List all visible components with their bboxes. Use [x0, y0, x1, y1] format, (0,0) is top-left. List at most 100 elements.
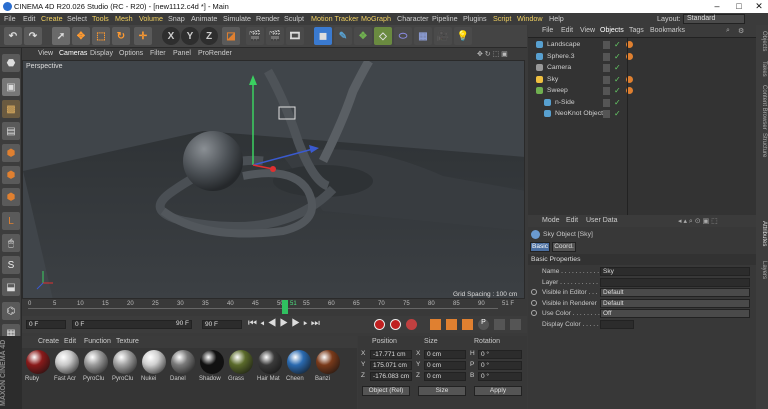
- coord-size-field[interactable]: 0 cm: [424, 372, 466, 381]
- cube-primitive-icon[interactable]: ◼: [314, 27, 332, 45]
- start-frame-field[interactable]: 0 F: [26, 320, 66, 329]
- enabled-check-icon[interactable]: ✓: [614, 109, 621, 118]
- attribute-value[interactable]: Off: [600, 309, 750, 318]
- visibility-toggle[interactable]: [603, 41, 610, 49]
- coord-rotation-field[interactable]: 0 °: [478, 372, 522, 381]
- visibility-toggle[interactable]: [603, 87, 610, 95]
- menu-character[interactable]: Character: [397, 14, 429, 23]
- obj-tab-file[interactable]: File: [542, 27, 553, 34]
- animate-param-icon[interactable]: [531, 310, 537, 316]
- y-axis-lock-button[interactable]: Y: [181, 27, 199, 45]
- attr-subtab-coord[interactable]: Coord.: [552, 242, 576, 252]
- attribute-value[interactable]: Sky: [600, 267, 750, 276]
- model-mode-icon[interactable]: ▣: [2, 78, 20, 96]
- playback-controls[interactable]: ⏮◂◀▶▶▸⏭: [248, 318, 323, 329]
- object-row[interactable]: Landscape ✓: [528, 40, 756, 51]
- coord-position-field[interactable]: 175.071 cm: [370, 361, 412, 370]
- menu-mesh[interactable]: Mesh: [115, 14, 133, 23]
- strip-tab-layers[interactable]: Layers: [757, 261, 767, 279]
- obj-search-icon[interactable]: ⌕: [726, 27, 730, 35]
- viewport-menu-cameras[interactable]: Cameras: [59, 50, 87, 57]
- material-swatch[interactable]: [258, 350, 282, 374]
- menu-edit[interactable]: Edit: [23, 14, 35, 23]
- render-view-icon[interactable]: 🎬: [246, 27, 264, 45]
- obj-tab-objects[interactable]: Objects: [600, 27, 624, 34]
- visibility-toggle[interactable]: [603, 98, 610, 107]
- coord-size-mode-select[interactable]: Size: [418, 386, 466, 396]
- menu-motion-tracker[interactable]: Motion Tracker: [311, 14, 359, 23]
- menu-simulate[interactable]: Simulate: [223, 14, 251, 23]
- 3d-viewport[interactable]: Perspective Grid Spacing : 100 cm: [22, 60, 525, 299]
- obj-filter-icon[interactable]: ⚙: [738, 27, 744, 35]
- playhead-marker[interactable]: [282, 300, 288, 314]
- obj-tab-view[interactable]: View: [580, 27, 595, 34]
- viewport-menu-options[interactable]: Options: [119, 50, 143, 57]
- coordinate-system-icon[interactable]: ◪: [222, 27, 240, 45]
- material-swatch[interactable]: [200, 350, 224, 374]
- recent-tool-icon[interactable]: ✛: [134, 27, 152, 45]
- object-row[interactable]: Sweep ✓: [528, 86, 756, 97]
- end-frame-field[interactable]: 90 F: [202, 320, 242, 329]
- menu-pipeline[interactable]: Pipeline: [432, 14, 458, 23]
- material-swatch[interactable]: [113, 350, 137, 374]
- strip-tab-content-browser[interactable]: Content Browser: [757, 85, 767, 130]
- animate-param-icon[interactable]: [531, 299, 537, 306]
- material-swatch[interactable]: [84, 350, 108, 374]
- menu-sculpt[interactable]: Sculpt: [284, 14, 304, 23]
- move-tool-icon[interactable]: ✥: [72, 27, 90, 45]
- object-row[interactable]: Camera ✓: [528, 63, 756, 74]
- light-icon[interactable]: 💡: [454, 27, 472, 45]
- menu-help[interactable]: Help: [549, 14, 564, 23]
- render-picture-viewer-icon[interactable]: 🎬: [266, 27, 284, 45]
- environment-icon[interactable]: ▦: [414, 27, 432, 45]
- mat-tab-create[interactable]: Create: [38, 338, 59, 345]
- close-button[interactable]: ✕: [748, 0, 768, 13]
- workplane-mode-icon[interactable]: ▤: [2, 122, 20, 140]
- material-swatch[interactable]: [229, 350, 253, 374]
- autokey-icon[interactable]: [390, 319, 401, 330]
- snapping-icon[interactable]: S: [2, 256, 20, 274]
- material-swatch[interactable]: [55, 350, 79, 374]
- menu-mograph[interactable]: MoGraph: [361, 14, 391, 23]
- obj-tab-edit[interactable]: Edit: [561, 27, 573, 34]
- object-row[interactable]: Sky ✓: [528, 75, 756, 86]
- layout-select[interactable]: Standard: [683, 14, 745, 24]
- z-axis-lock-button[interactable]: Z: [200, 27, 218, 45]
- key-position-icon[interactable]: [430, 319, 441, 330]
- menu-window[interactable]: Window: [517, 14, 543, 23]
- apply-button[interactable]: Apply: [474, 386, 522, 396]
- object-row[interactable]: n-Side ✓: [528, 98, 756, 109]
- coord-rotation-field[interactable]: 0 °: [478, 350, 522, 359]
- timeline-menu-icon[interactable]: [510, 319, 521, 330]
- attribute-value[interactable]: Default: [600, 288, 750, 297]
- material-swatch[interactable]: [26, 350, 50, 374]
- coord-mode-select[interactable]: Object (Rel): [362, 386, 410, 396]
- timeline-ruler[interactable]: 0 5 10 15 20 25 30 35 40 45 50 55 60 65 …: [22, 299, 527, 316]
- menu-plugins[interactable]: Plugins: [463, 14, 487, 23]
- enabled-check-icon[interactable]: ✓: [614, 63, 621, 72]
- attr-tab-mode[interactable]: Mode: [542, 217, 560, 224]
- menu-snap[interactable]: Snap: [168, 14, 185, 23]
- object-row[interactable]: Sphere.3 ✓: [528, 52, 756, 63]
- enabled-check-icon[interactable]: ✓: [614, 86, 621, 95]
- menu-create[interactable]: Create: [41, 14, 63, 23]
- polygons-mode-icon[interactable]: ⬢: [2, 188, 20, 206]
- keyframe-selection-icon[interactable]: [406, 319, 417, 330]
- minimize-button[interactable]: –: [706, 0, 728, 13]
- object-row[interactable]: NeoKnot Object ✓: [528, 109, 756, 120]
- coord-position-field[interactable]: -176.083 cm: [370, 372, 412, 381]
- menu-tools[interactable]: Tools: [92, 14, 109, 23]
- camera-icon[interactable]: 🎥: [434, 27, 452, 45]
- scale-tool-icon[interactable]: ⬚: [92, 27, 110, 45]
- viewport-menu-filter[interactable]: Filter: [150, 50, 166, 57]
- key-scale-icon[interactable]: [446, 319, 457, 330]
- material-swatch[interactable]: [287, 350, 311, 374]
- subdivision-icon[interactable]: ❖: [354, 27, 372, 45]
- strip-tab-objects[interactable]: Objects: [757, 31, 767, 51]
- menu-file[interactable]: File: [4, 14, 16, 23]
- rotate-tool-icon[interactable]: ↻: [112, 27, 130, 45]
- make-editable-icon[interactable]: ⬣: [2, 54, 20, 72]
- pen-spline-icon[interactable]: ✎: [334, 27, 352, 45]
- mat-tab-edit[interactable]: Edit: [64, 338, 76, 345]
- strip-tab-structure[interactable]: Structure: [757, 133, 767, 157]
